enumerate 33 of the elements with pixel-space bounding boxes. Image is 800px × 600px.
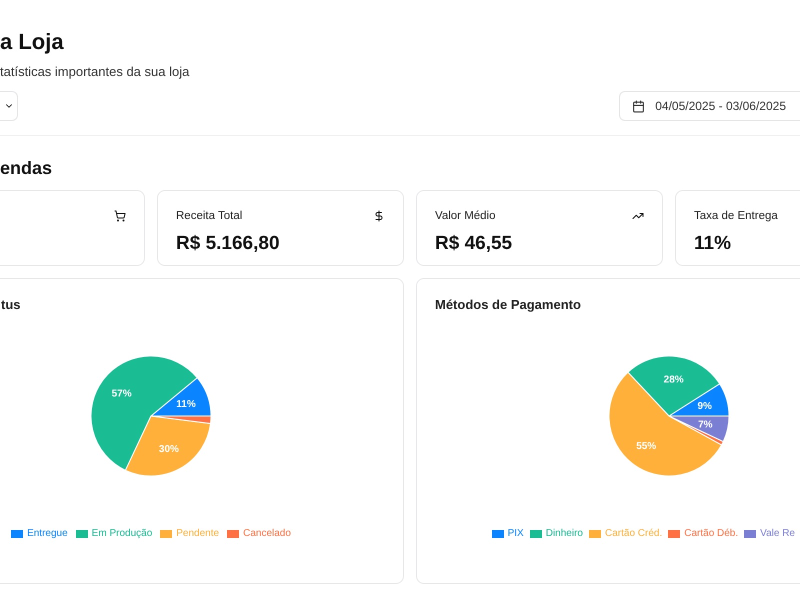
slice-label: 9% <box>698 401 712 412</box>
slice-label: 30% <box>158 444 179 456</box>
stat-label: Taxa de Entrega <box>694 210 778 222</box>
chart-title: tus <box>1 297 22 312</box>
date-range-button[interactable]: 04/05/2025 - 03/06/2025 <box>619 91 800 121</box>
legend-item[interactable]: Pendente <box>160 528 220 539</box>
legend-item[interactable]: Cartão Créd. <box>588 528 662 539</box>
slice-label: 11% <box>176 398 196 410</box>
page-subtitle: tatísticas importantes da sua loja <box>0 64 190 79</box>
shopping-cart-icon <box>114 210 126 222</box>
legend-item[interactable]: PIX <box>492 528 524 539</box>
dropdown-button[interactable] <box>0 91 18 121</box>
slice-label: 57% <box>112 388 132 400</box>
legend-item[interactable]: Cartão Déb. <box>668 528 738 539</box>
slice-label: 28% <box>664 374 684 386</box>
page-title: a Loja <box>0 28 65 56</box>
stat-value: R$ 46,55 <box>435 233 514 255</box>
stat-value: R$ 5.166,80 <box>176 233 281 255</box>
legend-item[interactable]: Em Produção <box>76 528 152 539</box>
dollar-icon <box>373 210 385 222</box>
chart-title: Métodos de Pagamento <box>435 297 582 312</box>
stat-label: Receita Total <box>176 210 242 222</box>
slice-label: 55% <box>636 440 656 452</box>
trending-up-icon <box>632 210 644 222</box>
legend-item[interactable]: Entregue <box>11 528 68 539</box>
stat-label: Valor Médio <box>435 210 496 222</box>
stat-value: 11% <box>694 233 732 255</box>
section-title: endas <box>0 158 54 178</box>
calendar-icon <box>632 100 646 112</box>
legend-item[interactable]: Cancelado <box>227 528 291 539</box>
slice-label: 7% <box>698 420 713 431</box>
legend-item[interactable]: Vale Re <box>744 528 795 539</box>
legend-item[interactable]: Dinheiro <box>530 528 583 539</box>
